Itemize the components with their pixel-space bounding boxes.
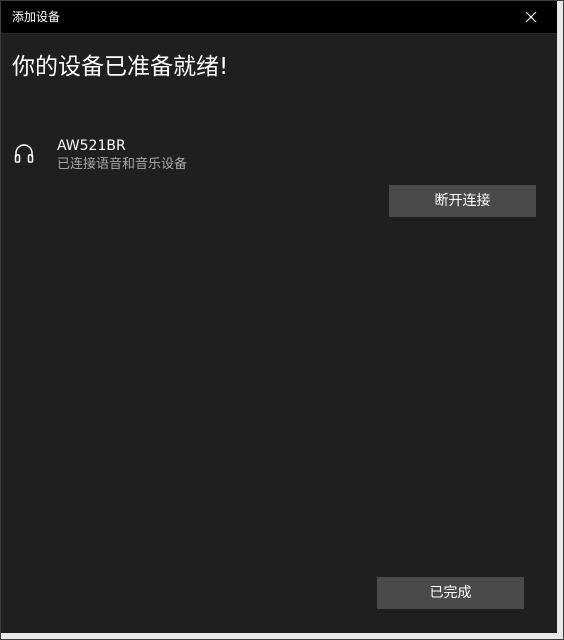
- close-button[interactable]: [511, 1, 551, 33]
- disconnect-button[interactable]: 断开连接: [389, 185, 536, 217]
- add-device-window: 添加设备 你的设备已准备就绪! AW521BR 已连接语音和音乐设备 断开连接 …: [0, 0, 564, 640]
- page-title: 你的设备已准备就绪!: [12, 54, 229, 80]
- window-edge-bottom: [1, 633, 563, 639]
- device-name: AW521BR: [57, 138, 126, 154]
- title-bar: 添加设备: [1, 1, 557, 34]
- device-list-item: AW521BR 已连接语音和音乐设备: [12, 135, 342, 175]
- window-edge-right: [557, 1, 563, 639]
- device-status: 已连接语音和音乐设备: [57, 157, 188, 172]
- close-icon: [525, 11, 537, 23]
- headphones-icon: [14, 144, 34, 163]
- dialog-content: 你的设备已准备就绪! AW521BR 已连接语音和音乐设备 断开连接 已完成: [1, 34, 557, 633]
- window-title: 添加设备: [12, 10, 61, 24]
- done-button[interactable]: 已完成: [377, 577, 524, 609]
